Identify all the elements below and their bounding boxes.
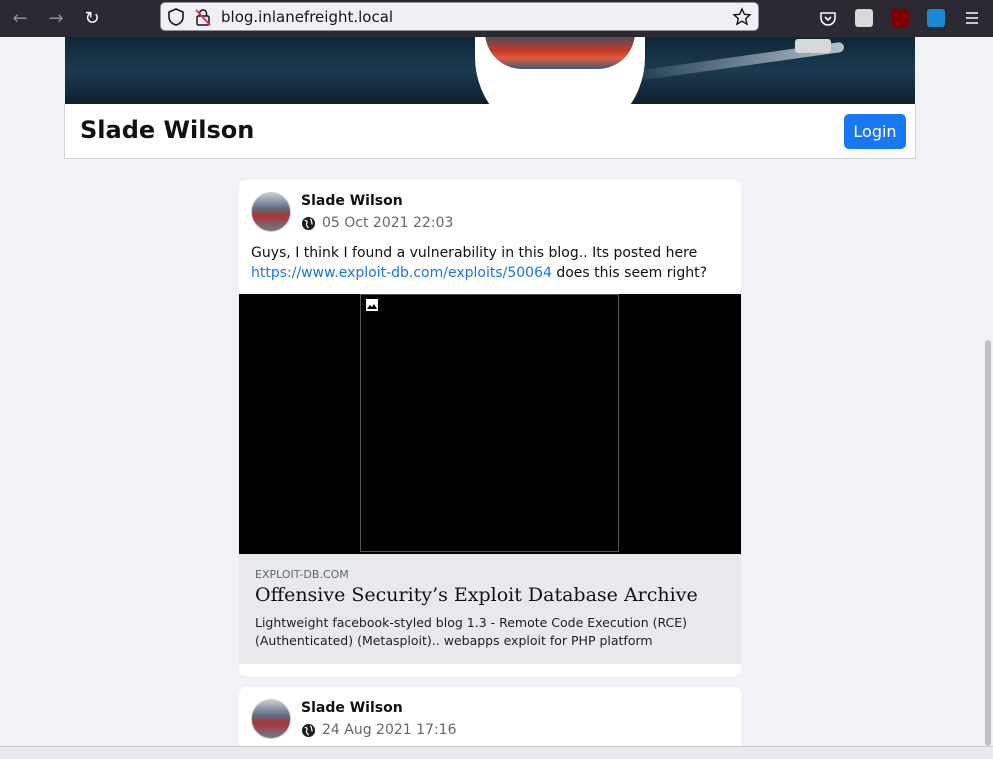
preview-title[interactable]: Offensive Security’s Exploit Database Ar…: [255, 584, 698, 606]
profile-name: Slade Wilson: [80, 116, 255, 144]
cover-photo: [65, 37, 915, 104]
boat: [795, 39, 831, 53]
post-text-after: does this seem right?: [551, 265, 708, 281]
address-bar[interactable]: blog.inlanefreight.local: [160, 2, 759, 31]
broken-image-icon: [366, 299, 378, 311]
globe-icon: [301, 216, 316, 230]
post-date[interactable]: 05 Oct 2021 22:03: [301, 215, 453, 231]
link-preview[interactable]: EXPLOIT-DB.COM Offensive Security’s Expl…: [239, 554, 741, 664]
exploit-link[interactable]: https://www.exploit-db.com/exploits/5006…: [251, 265, 552, 281]
forward-arrow-icon[interactable]: →: [43, 6, 69, 30]
insecure-lock-icon[interactable]: [194, 8, 212, 26]
post-media[interactable]: [239, 294, 741, 554]
horizontal-scrollbar[interactable]: [0, 746, 993, 759]
profile-ship-image: [485, 37, 635, 69]
pocket-icon[interactable]: [819, 9, 837, 27]
vertical-scrollbar[interactable]: [985, 340, 991, 746]
post-date-text: 05 Oct 2021 22:03: [322, 215, 454, 231]
media-frame: [360, 294, 619, 552]
profile-header: Slade Wilson Login: [64, 104, 916, 159]
extension-icon[interactable]: [855, 9, 873, 27]
post-text-before: Guys, I think I found a vulnerability in…: [251, 245, 698, 261]
preview-domain: EXPLOIT-DB.COM: [255, 568, 349, 581]
url-text[interactable]: blog.inlanefreight.local: [221, 8, 393, 26]
ublock-icon[interactable]: [891, 9, 909, 27]
post-author[interactable]: Slade Wilson: [301, 700, 403, 716]
reload-icon[interactable]: ↻: [79, 6, 105, 30]
post-card: Slade Wilson 05 Oct 2021 22:03 Guys, I t…: [239, 180, 741, 676]
star-icon[interactable]: [732, 7, 752, 27]
extension-s-icon[interactable]: [927, 9, 945, 27]
profile-picture[interactable]: [475, 37, 645, 104]
login-button[interactable]: Login: [844, 114, 906, 149]
shield-icon[interactable]: [167, 8, 185, 26]
globe-icon: [301, 723, 316, 737]
post-author[interactable]: Slade Wilson: [301, 193, 403, 209]
post-text: Guys, I think I found a vulnerability in…: [251, 243, 731, 283]
hamburger-menu-icon[interactable]: [963, 9, 981, 27]
browser-toolbar: ← → ↻ blog.inlanefreight.local: [0, 0, 993, 37]
avatar[interactable]: [251, 192, 291, 232]
preview-description: Lightweight facebook-styled blog 1.3 - R…: [255, 615, 688, 648]
post-date-text: 24 Aug 2021 17:16: [322, 722, 457, 738]
avatar[interactable]: [251, 699, 291, 739]
post-date[interactable]: 24 Aug 2021 17:16: [301, 722, 456, 738]
back-arrow-icon[interactable]: ←: [7, 6, 33, 30]
